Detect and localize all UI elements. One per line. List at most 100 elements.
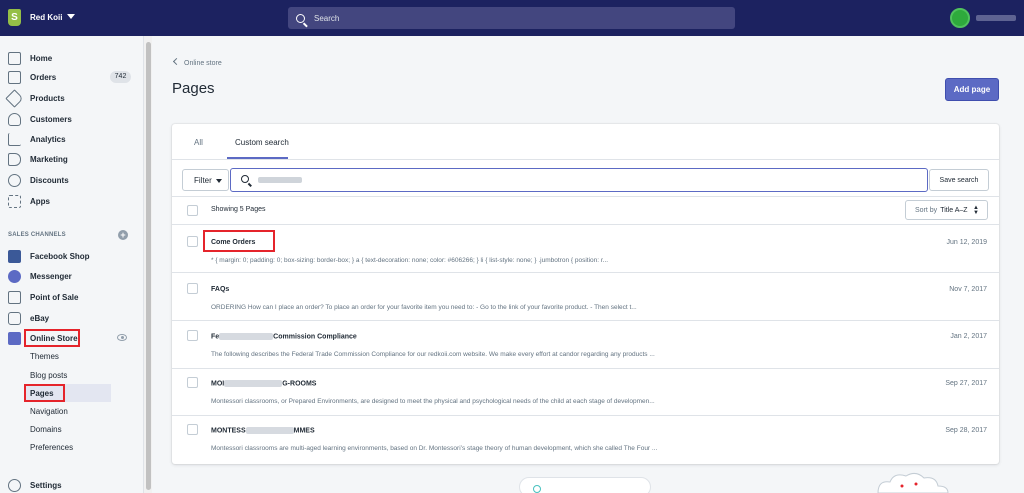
filter-button[interactable]: Filter bbox=[182, 169, 229, 191]
row-checkbox[interactable] bbox=[187, 424, 198, 435]
page-title-link[interactable]: FAQs bbox=[211, 286, 229, 293]
tag-icon bbox=[5, 88, 24, 108]
eye-icon[interactable] bbox=[117, 334, 127, 341]
learn-more-pill[interactable] bbox=[519, 477, 651, 493]
tab-all[interactable]: All bbox=[194, 138, 203, 147]
sidebar-scrollbar-thumb[interactable] bbox=[146, 42, 151, 490]
sub-item-navigation[interactable]: Navigation bbox=[30, 407, 68, 416]
facebook-icon bbox=[8, 249, 21, 263]
page-title-link[interactable]: MONTESS MMES bbox=[211, 427, 315, 434]
sidebar-item-label: Point of Sale bbox=[30, 292, 79, 302]
chevron-down-icon bbox=[216, 179, 222, 183]
page-title-link[interactable]: Fe Commission Compliance bbox=[211, 333, 357, 340]
page-excerpt: ORDERING How can I place an order? To pl… bbox=[211, 304, 637, 311]
sidebar-item-point-of-sale[interactable]: Point of Sale bbox=[0, 287, 140, 307]
row-checkbox[interactable] bbox=[187, 330, 198, 341]
sub-item-blog-posts[interactable]: Blog posts bbox=[30, 371, 67, 380]
page-date: Jun 12, 2019 bbox=[946, 239, 987, 246]
sidebar-item-label: Facebook Shop bbox=[30, 251, 90, 261]
add-page-button[interactable]: Add page bbox=[945, 78, 999, 101]
sidebar-item-label: Home bbox=[30, 53, 53, 63]
sidebar-item-label: Products bbox=[30, 93, 65, 103]
gear-icon bbox=[8, 478, 21, 492]
search-query-redacted bbox=[258, 177, 302, 183]
tabs-divider bbox=[172, 159, 999, 160]
add-channel-plus-icon[interactable]: + bbox=[118, 230, 128, 240]
row-checkbox[interactable] bbox=[187, 377, 198, 388]
row-checkbox[interactable] bbox=[187, 283, 198, 294]
sidebar-item-label: Discounts bbox=[30, 175, 69, 185]
page-date: Jan 2, 2017 bbox=[950, 333, 987, 340]
tab-custom-search[interactable]: Custom search bbox=[235, 138, 289, 147]
orders-icon bbox=[8, 70, 21, 84]
save-search-button[interactable]: Save search bbox=[929, 169, 989, 191]
title-end: G-ROOMS bbox=[282, 380, 317, 388]
sidebar-item-apps[interactable]: Apps bbox=[0, 191, 140, 211]
sidebar-item-products[interactable]: Products bbox=[0, 88, 140, 108]
pos-icon bbox=[8, 290, 21, 304]
sidebar-item-facebook-shop[interactable]: Facebook Shop bbox=[0, 246, 140, 266]
breadcrumb[interactable]: Online store bbox=[172, 57, 222, 67]
store-name[interactable]: Red Koii bbox=[30, 13, 62, 22]
search-icon bbox=[296, 13, 305, 23]
redacted-text bbox=[245, 427, 294, 434]
sub-item-domains[interactable]: Domains bbox=[30, 425, 62, 434]
page-date: Sep 28, 2017 bbox=[945, 427, 987, 434]
divider bbox=[172, 320, 999, 321]
sidebar-item-home[interactable]: Home bbox=[0, 48, 140, 68]
row-checkbox[interactable] bbox=[187, 236, 198, 247]
sidebar-item-discounts[interactable]: Discounts bbox=[0, 170, 140, 190]
chevron-down-icon[interactable] bbox=[67, 14, 75, 19]
account-name-redacted[interactable] bbox=[976, 15, 1016, 21]
sidebar-item-label: Analytics bbox=[30, 134, 66, 144]
orders-count-badge: 742 bbox=[110, 71, 131, 83]
sales-channels-title: SALES CHANNELS bbox=[8, 232, 66, 238]
select-all-checkbox[interactable] bbox=[187, 205, 198, 216]
highlight-pages bbox=[24, 384, 65, 402]
sort-select[interactable]: Sort by Title A–Z ▲ ▼ bbox=[905, 200, 988, 220]
pages-card: All Custom search Filter Save search Sho… bbox=[172, 124, 999, 464]
title-end: Commission Compliance bbox=[273, 333, 357, 341]
divider bbox=[172, 272, 999, 273]
title-start: Fe bbox=[211, 333, 220, 341]
page-excerpt: Montessori classrooms are multi-aged lea… bbox=[211, 445, 658, 452]
sort-arrows-icon: ▲ ▼ bbox=[973, 205, 979, 216]
redacted-text bbox=[219, 333, 274, 340]
global-search-input[interactable]: Search bbox=[288, 7, 735, 29]
home-icon bbox=[8, 51, 21, 65]
sort-value: Title A–Z bbox=[940, 206, 968, 214]
sidebar-item-marketing[interactable]: Marketing bbox=[0, 149, 140, 169]
divider bbox=[172, 196, 999, 197]
shopify-logo-icon[interactable]: S bbox=[8, 9, 21, 26]
messenger-icon bbox=[8, 269, 21, 283]
sub-item-preferences[interactable]: Preferences bbox=[30, 443, 73, 452]
top-bar: S Red Koii Search bbox=[0, 0, 1024, 36]
info-circle-icon bbox=[533, 485, 541, 493]
pages-search-input[interactable] bbox=[230, 168, 928, 192]
filter-label: Filter bbox=[194, 175, 212, 185]
redacted-text bbox=[224, 380, 283, 387]
person-icon bbox=[8, 112, 21, 126]
sort-prefix: Sort by bbox=[915, 206, 938, 214]
sidebar-item-label: Apps bbox=[30, 196, 50, 206]
sidebar-item-orders[interactable]: Orders 742 bbox=[0, 67, 140, 87]
avatar[interactable] bbox=[950, 8, 970, 28]
sidebar-item-label: Customers bbox=[30, 114, 72, 124]
sidebar-item-ebay[interactable]: eBay bbox=[0, 308, 140, 328]
sub-item-themes[interactable]: Themes bbox=[30, 352, 59, 361]
sidebar-item-analytics[interactable]: Analytics bbox=[0, 129, 140, 149]
page-excerpt: * { margin: 0; padding: 0; box-sizing: b… bbox=[211, 257, 609, 264]
apps-icon bbox=[8, 194, 21, 208]
sidebar-item-customers[interactable]: Customers bbox=[0, 109, 140, 129]
chevron-left-icon bbox=[172, 57, 181, 66]
title-start: MOI bbox=[211, 380, 225, 388]
sidebar-item-messenger[interactable]: Messenger bbox=[0, 266, 140, 286]
title-end: MMES bbox=[293, 427, 315, 435]
sidebar-item-label: Settings bbox=[30, 480, 62, 490]
store-icon bbox=[8, 331, 21, 345]
sidebar: Home Orders 742 Products Customers Analy… bbox=[0, 36, 144, 493]
decorative-cloud-icon bbox=[877, 472, 949, 493]
sidebar-item-settings[interactable]: Settings bbox=[0, 475, 140, 493]
breadcrumb-label: Online store bbox=[184, 60, 222, 67]
page-title-link[interactable]: MOI G-ROOMS bbox=[211, 380, 316, 387]
